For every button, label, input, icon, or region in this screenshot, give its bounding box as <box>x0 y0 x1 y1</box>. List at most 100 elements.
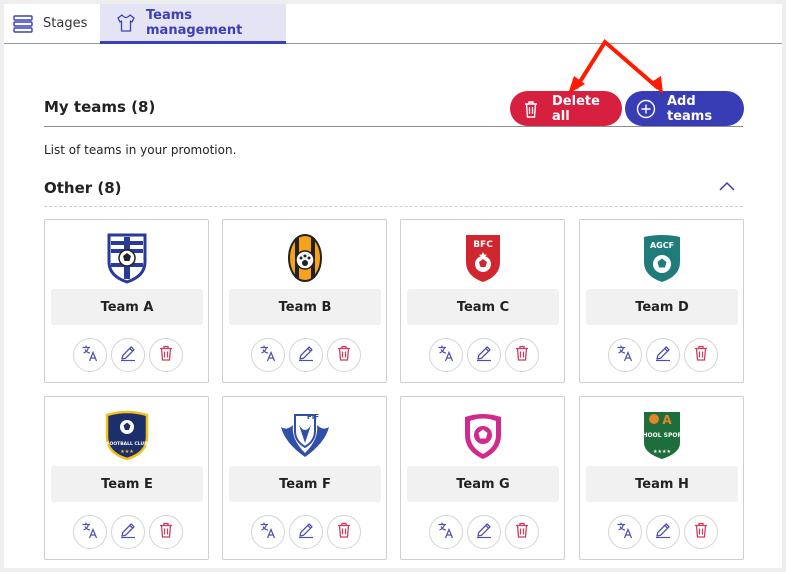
group-title: Other (8) <box>44 179 122 197</box>
group-divider <box>44 206 743 207</box>
team-name: Team F <box>229 466 381 502</box>
main-panel: Stages Teams management My teams (8) Del… <box>4 4 782 568</box>
team-actions <box>73 515 183 549</box>
translate-icon <box>259 344 277 366</box>
page-title: My teams (8) <box>44 98 156 116</box>
team-logo-icon <box>101 232 153 284</box>
jersey-icon <box>117 13 135 32</box>
svg-text:★★★★: ★★★★ <box>653 449 671 455</box>
team-card: Team A <box>44 219 209 383</box>
edit-button[interactable] <box>646 338 680 372</box>
tab-teams-management[interactable]: Teams management <box>100 4 286 44</box>
translate-icon <box>437 344 455 366</box>
team-card: FIF Team F <box>222 396 387 560</box>
team-name: Team C <box>407 289 559 325</box>
pencil-icon <box>654 344 672 366</box>
translate-icon <box>616 344 634 366</box>
trash-icon <box>157 344 175 366</box>
team-actions <box>429 338 539 372</box>
section-description: List of teams in your promotion. <box>44 143 237 157</box>
translate-button[interactable] <box>73 338 107 372</box>
delete-button[interactable] <box>327 338 361 372</box>
translate-button[interactable] <box>608 515 642 549</box>
annotation-arrows-icon <box>568 38 663 94</box>
logo-text: SCHOOL SPORTS <box>636 432 688 439</box>
team-logo-icon <box>279 232 331 284</box>
stack-icon <box>13 14 33 33</box>
team-logo-icon: A SCHOOL SPORTS ★★★★ <box>634 409 690 461</box>
trash-icon <box>335 344 353 366</box>
translate-button[interactable] <box>73 515 107 549</box>
trash-icon <box>525 100 537 118</box>
team-card: FOOTBALL CLUB ★★★ Team E <box>44 396 209 560</box>
trash-icon <box>513 521 531 543</box>
trash-icon <box>335 521 353 543</box>
translate-button[interactable] <box>251 515 285 549</box>
team-actions <box>73 338 183 372</box>
trash-icon <box>513 344 531 366</box>
trash-icon <box>692 521 710 543</box>
edit-button[interactable] <box>289 515 323 549</box>
team-actions <box>251 515 361 549</box>
team-logo-icon: AGCF <box>636 232 688 284</box>
edit-button[interactable] <box>289 338 323 372</box>
add-teams-button[interactable]: Add teams <box>625 91 744 126</box>
tab-label: Stages <box>43 16 88 31</box>
edit-button[interactable] <box>467 515 501 549</box>
delete-button[interactable] <box>505 338 539 372</box>
pencil-icon <box>297 344 315 366</box>
delete-all-label: Delete all <box>552 93 600 124</box>
tab-stages[interactable]: Stages <box>4 4 100 43</box>
plus-circle-icon <box>636 99 656 118</box>
translate-icon <box>437 521 455 543</box>
team-logo-icon <box>457 409 509 461</box>
translate-icon <box>81 344 99 366</box>
delete-all-button[interactable]: Delete all <box>510 91 622 126</box>
team-name: Team B <box>229 289 381 325</box>
edit-button[interactable] <box>111 338 145 372</box>
delete-button[interactable] <box>505 515 539 549</box>
translate-icon <box>616 521 634 543</box>
title-divider <box>44 126 743 127</box>
pencil-icon <box>297 521 315 543</box>
edit-button[interactable] <box>111 515 145 549</box>
delete-button[interactable] <box>149 338 183 372</box>
team-card: BFC Team C <box>400 219 565 383</box>
team-card: AGCF Team D <box>579 219 744 383</box>
edit-button[interactable] <box>646 515 680 549</box>
translate-icon <box>81 521 99 543</box>
team-name: Team E <box>51 466 203 502</box>
team-actions <box>608 515 718 549</box>
team-actions <box>251 338 361 372</box>
svg-text:★★★: ★★★ <box>120 449 134 455</box>
delete-button[interactable] <box>327 515 361 549</box>
delete-button[interactable] <box>684 515 718 549</box>
team-logo-icon: FOOTBALL CLUB ★★★ <box>101 409 153 461</box>
team-card: Team G <box>400 396 565 560</box>
translate-button[interactable] <box>429 515 463 549</box>
team-card: Team B <box>222 219 387 383</box>
pencil-icon <box>119 521 137 543</box>
logo-text: FOOTBALL CLUB <box>106 441 148 447</box>
edit-button[interactable] <box>467 338 501 372</box>
pencil-icon <box>654 521 672 543</box>
pencil-icon <box>475 344 493 366</box>
team-logo-icon: BFC <box>457 232 509 284</box>
team-name: Team D <box>586 289 738 325</box>
trash-icon <box>692 344 710 366</box>
pencil-icon <box>475 521 493 543</box>
logo-text: FIF <box>307 413 319 421</box>
translate-icon <box>259 521 277 543</box>
translate-button[interactable] <box>608 338 642 372</box>
translate-button[interactable] <box>429 338 463 372</box>
pencil-icon <box>119 344 137 366</box>
chevron-up-icon[interactable] <box>718 180 736 194</box>
team-actions <box>608 338 718 372</box>
logo-text: BFC <box>473 240 493 250</box>
team-actions <box>429 515 539 549</box>
delete-button[interactable] <box>684 338 718 372</box>
team-name: Team A <box>51 289 203 325</box>
team-logo-icon: FIF <box>279 409 331 461</box>
delete-button[interactable] <box>149 515 183 549</box>
translate-button[interactable] <box>251 338 285 372</box>
